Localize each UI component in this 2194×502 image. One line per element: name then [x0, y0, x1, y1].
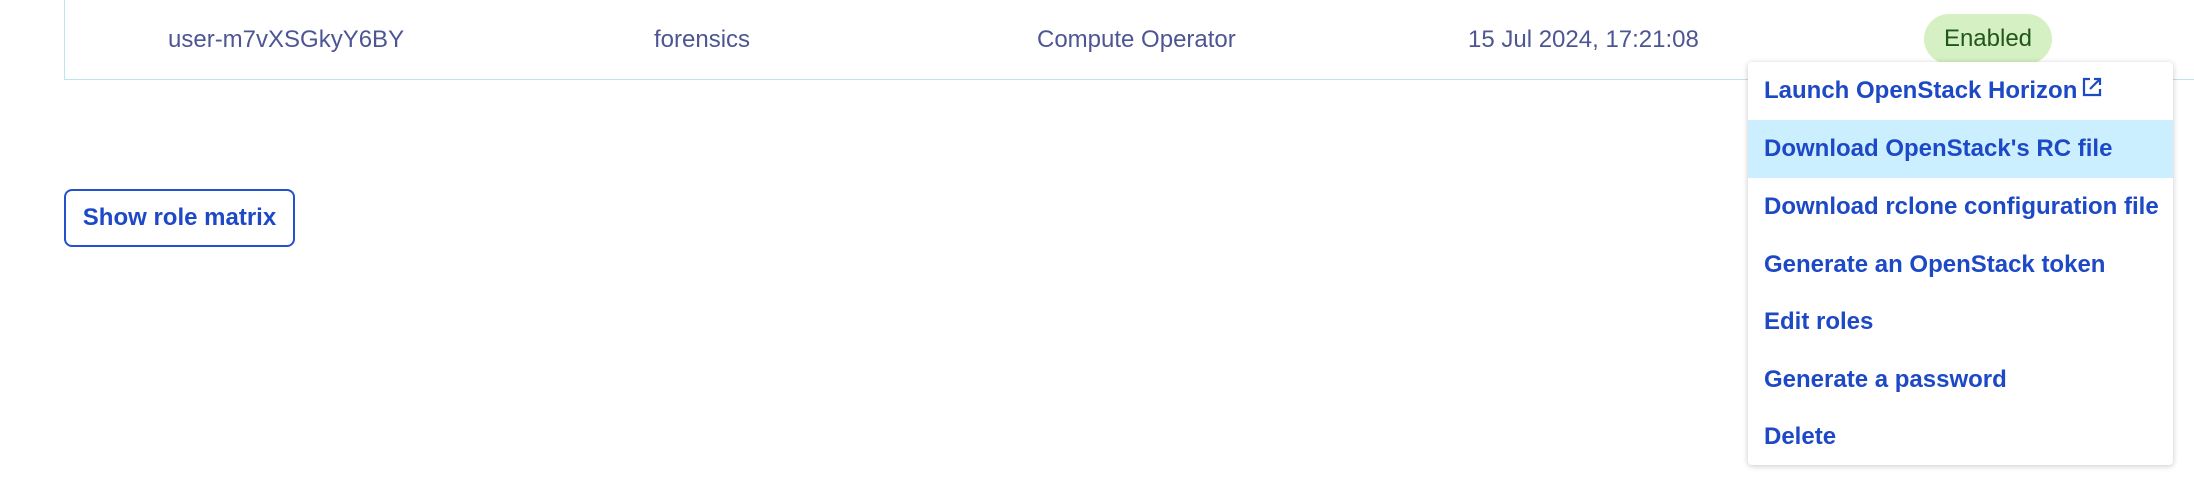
menu-item-edit-roles[interactable]: Edit roles	[1748, 293, 2173, 351]
menu-item-label: Launch OpenStack Horizon	[1764, 77, 2078, 104]
menu-item-generate-password[interactable]: Generate a password	[1748, 351, 2173, 409]
menu-item-delete[interactable]: Delete	[1748, 408, 2173, 466]
menu-item-label: Download rclone configuration file	[1764, 193, 2159, 220]
username-cell: user-m7vXSGkyY6BY	[168, 26, 405, 53]
menu-item-label: Download OpenStack's RC file	[1764, 135, 2113, 162]
menu-item-label: Delete	[1764, 423, 1837, 450]
menu-item-launch-horizon[interactable]: Launch OpenStack Horizon	[1748, 62, 2173, 120]
show-role-matrix-button[interactable]: Show role matrix	[64, 189, 295, 247]
menu-item-download-rclone-config[interactable]: Download rclone configuration file	[1748, 178, 2173, 236]
menu-item-download-rc-file[interactable]: Download OpenStack's RC file	[1748, 120, 2173, 178]
menu-item-label: Generate an OpenStack token	[1764, 251, 2106, 278]
menu-item-label: Edit roles	[1764, 308, 1874, 335]
status-badge: Enabled	[1924, 14, 2052, 64]
created-date-cell: 15 Jul 2024, 17:21:08	[1468, 26, 1699, 53]
menu-item-label: Generate a password	[1764, 366, 2007, 393]
external-link-icon	[2083, 77, 2102, 97]
menu-item-generate-token[interactable]: Generate an OpenStack token	[1748, 236, 2173, 294]
role-cell: Compute Operator	[1037, 26, 1236, 53]
description-cell: forensics	[654, 26, 751, 53]
row-actions-menu: Launch OpenStack Horizon Download OpenSt…	[1748, 62, 2173, 465]
